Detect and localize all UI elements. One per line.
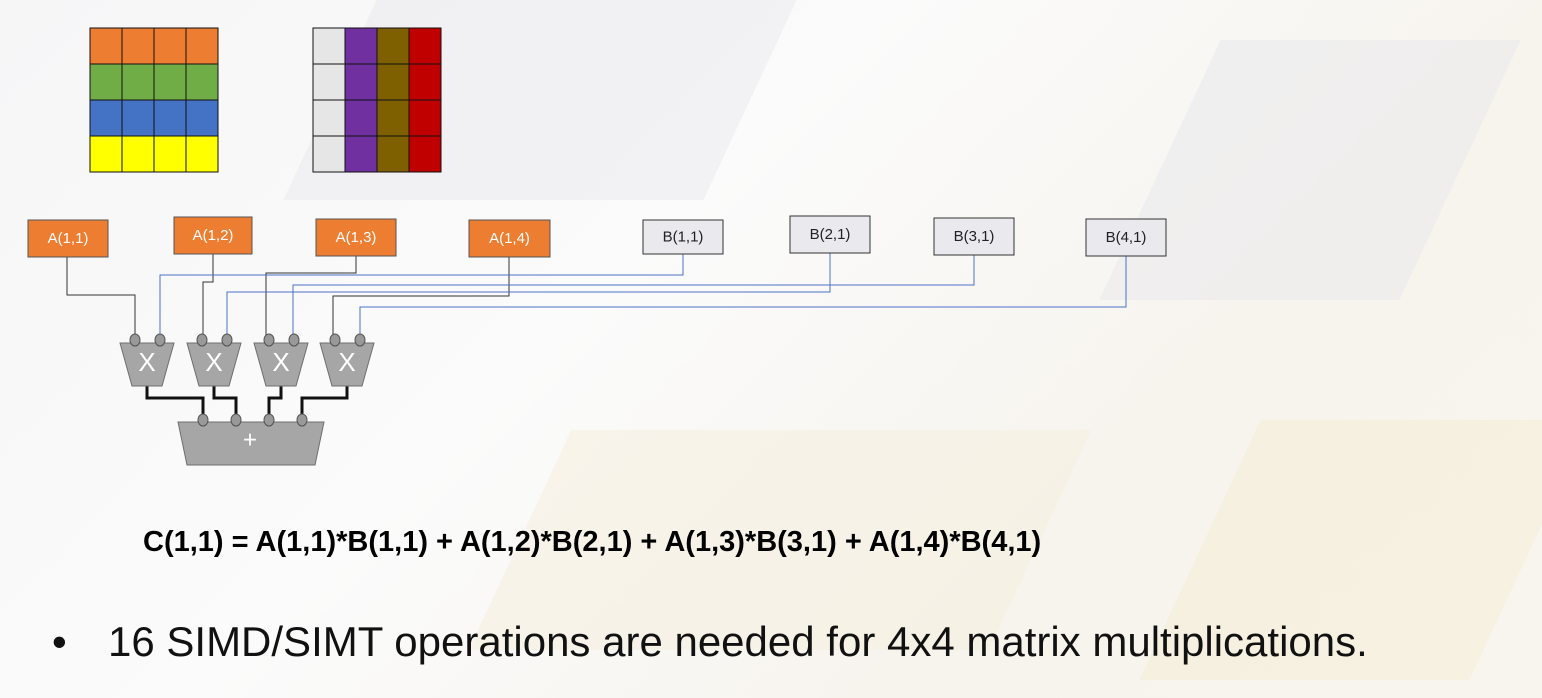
matrix-a-cell [89, 99, 123, 137]
matrix-b-cell [312, 99, 346, 137]
multiplier-label: X [138, 347, 155, 377]
matrix-b-cell [376, 63, 410, 101]
product-wire [145, 386, 205, 417]
b-wire [226, 253, 831, 338]
input-port [354, 333, 366, 347]
input-port [197, 413, 209, 427]
b-input-label: B(1,1) [663, 229, 704, 246]
bullet-dot: • [52, 618, 67, 665]
input-port [329, 333, 341, 347]
matrix-a-cell [153, 135, 187, 173]
matrix-a-cell [121, 135, 155, 173]
matrix-b-cell [376, 27, 410, 65]
b-input-label: B(3,1) [954, 228, 995, 245]
matrix-a-cell [121, 99, 155, 137]
input-port [230, 413, 242, 427]
input-port [154, 333, 166, 347]
a-input-label: A(1,3) [336, 229, 377, 246]
matrix-a-cell [153, 99, 187, 137]
b-input-label: B(2,1) [810, 226, 851, 243]
input-port [296, 413, 308, 427]
matrix-a [89, 27, 219, 173]
matrix-b-cell [376, 99, 410, 137]
a-input-label: A(1,4) [489, 230, 530, 247]
a-wire [265, 256, 357, 338]
multipliers: XXXX [119, 333, 375, 387]
matrix-a-cell [89, 135, 123, 173]
input-port [196, 333, 208, 347]
matrix-a-cell [185, 135, 219, 173]
simd-matrix-diagram: A(1,1) A(1,2) A(1,3) A(1,4) B(1,1) B(2,1) B(3… [27, 27, 1167, 466]
matrix-b-cell [344, 27, 378, 65]
matrix-b-cell [408, 63, 442, 101]
bullet-text: 16 SIMD/SIMT operations are needed for 4… [108, 618, 1368, 665]
b-wire [359, 256, 1127, 338]
input-port [129, 333, 141, 347]
a-input-boxes: A(1,1) A(1,2) A(1,3) A(1,4) [27, 216, 551, 258]
input-port [288, 333, 300, 347]
matrix-b-cell [344, 63, 378, 101]
a-wire [66, 257, 136, 338]
matrix-b-cell [344, 99, 378, 137]
matrix-a-cell [121, 63, 155, 101]
matrix-b-cell [312, 63, 346, 101]
matrix-a-cell [89, 63, 123, 101]
multiplier-label: X [338, 347, 355, 377]
multiplier-label: X [272, 347, 289, 377]
matrix-b-cell [312, 135, 346, 173]
matrix-a-cell [185, 27, 219, 65]
input-port [263, 413, 275, 427]
matrix-b-cell [312, 27, 346, 65]
matrix-a-cell [153, 27, 187, 65]
adder-unit: + [177, 413, 325, 466]
a-wire [332, 257, 510, 338]
b-input-label: B(4,1) [1106, 229, 1147, 246]
product-wire [267, 386, 283, 417]
input-port [263, 333, 275, 347]
matrix-b-cell [408, 135, 442, 173]
adder-label: + [243, 427, 257, 454]
matrix-b-cell [376, 135, 410, 173]
b-input-boxes: B(1,1) B(2,1) B(3,1) B(4,1) [642, 215, 1167, 257]
matrix-a-cell [185, 99, 219, 137]
matrix-b [312, 27, 442, 173]
matrix-b-cell [408, 99, 442, 137]
a-input-label: A(1,1) [48, 230, 89, 247]
a-input-label: A(1,2) [193, 227, 234, 244]
equation: C(1,1) = A(1,1)*B(1,1) + A(1,2)*B(2,1) +… [143, 526, 1042, 558]
matrix-a-cell [185, 63, 219, 101]
a-wire [202, 254, 214, 338]
matrix-b-cell [344, 135, 378, 173]
multiplier-label: X [205, 347, 222, 377]
matrix-a-cell [153, 63, 187, 101]
product-wire [300, 386, 349, 417]
matrix-a-cell [89, 27, 123, 65]
matrix-b-cell [408, 27, 442, 65]
input-port [221, 333, 233, 347]
matrix-a-cell [121, 27, 155, 65]
product-wire [212, 386, 238, 417]
bullet-point: • 16 SIMD/SIMT operations are needed for … [52, 618, 1368, 666]
